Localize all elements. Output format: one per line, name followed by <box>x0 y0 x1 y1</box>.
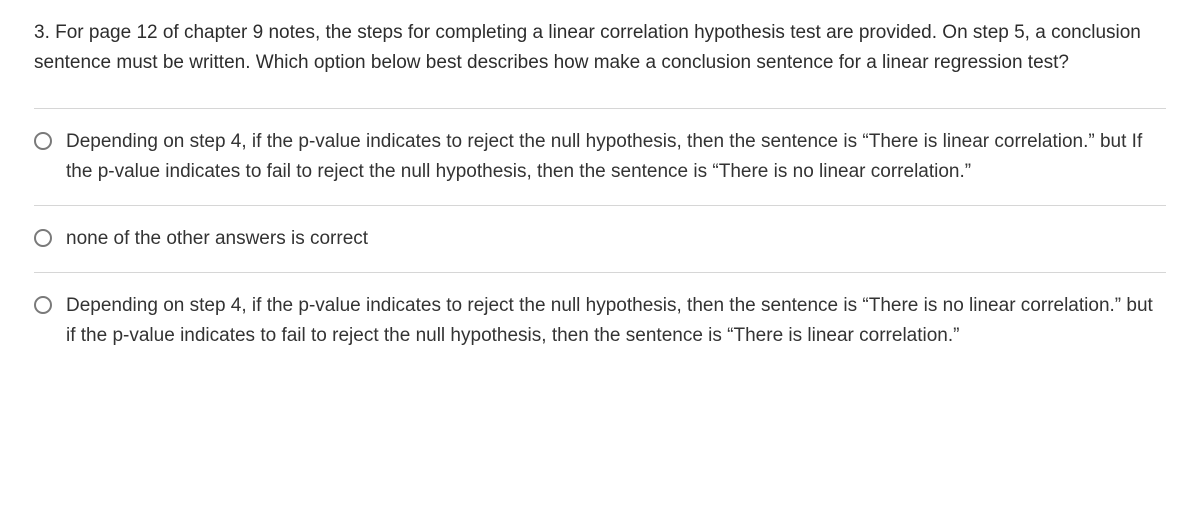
radio-icon[interactable] <box>34 229 52 247</box>
option-text: Depending on step 4, if the p-value indi… <box>66 127 1166 187</box>
option-row[interactable]: Depending on step 4, if the p-value indi… <box>34 272 1166 369</box>
options-list: Depending on step 4, if the p-value indi… <box>34 108 1166 369</box>
radio-icon[interactable] <box>34 296 52 314</box>
option-text: none of the other answers is correct <box>66 224 1166 254</box>
radio-icon[interactable] <box>34 132 52 150</box>
option-row[interactable]: none of the other answers is correct <box>34 205 1166 272</box>
option-text: Depending on step 4, if the p-value indi… <box>66 291 1166 351</box>
option-row[interactable]: Depending on step 4, if the p-value indi… <box>34 108 1166 205</box>
question-prompt: 3. For page 12 of chapter 9 notes, the s… <box>34 18 1166 78</box>
